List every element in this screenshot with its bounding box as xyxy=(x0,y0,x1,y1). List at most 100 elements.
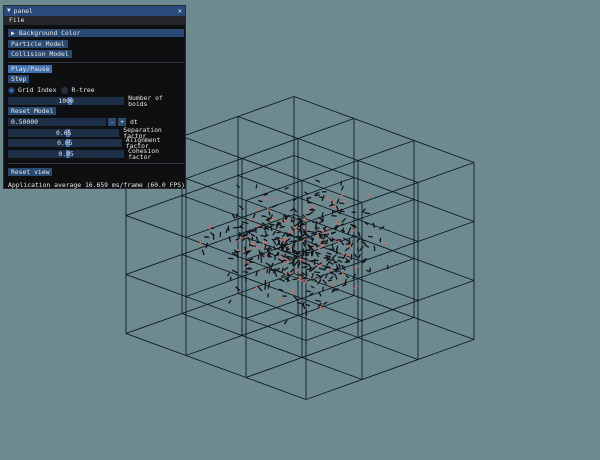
boid xyxy=(305,290,311,293)
boid xyxy=(288,261,293,265)
boid xyxy=(236,253,239,259)
boid xyxy=(297,279,304,282)
boid xyxy=(336,198,340,204)
num-boids-slider[interactable]: 1000 xyxy=(8,97,125,105)
boid xyxy=(333,261,338,264)
boid xyxy=(350,240,353,246)
boid xyxy=(276,300,279,306)
boid xyxy=(250,233,256,237)
boid xyxy=(316,232,320,238)
boid xyxy=(341,265,346,268)
boid xyxy=(247,258,254,262)
boid xyxy=(301,266,308,269)
close-icon[interactable]: ✕ xyxy=(178,7,182,15)
boid xyxy=(367,235,373,238)
cohesion-label: Cohesion factor xyxy=(128,146,159,161)
play-pause-button[interactable]: Play/Pause xyxy=(8,65,53,73)
boid xyxy=(270,214,273,220)
reset-view-button[interactable]: Reset view xyxy=(8,168,53,176)
boid xyxy=(302,241,306,247)
boid xyxy=(252,213,256,219)
boid xyxy=(232,214,236,219)
boid xyxy=(339,202,345,205)
boid xyxy=(291,288,294,295)
grid-line xyxy=(181,313,363,380)
step-button[interactable]: Step xyxy=(8,75,30,83)
collapse-triangle-icon[interactable]: ▼ xyxy=(7,8,11,14)
boid xyxy=(238,205,244,210)
dt-minus-button[interactable]: - xyxy=(108,118,116,126)
boid xyxy=(309,238,314,241)
boid xyxy=(242,271,249,273)
boid xyxy=(281,267,284,273)
boid xyxy=(320,243,325,248)
grid-line xyxy=(125,274,307,341)
dt-plus-button[interactable]: + xyxy=(118,118,126,126)
boid xyxy=(309,208,314,211)
boid xyxy=(201,249,205,256)
boid xyxy=(322,286,325,292)
boid xyxy=(302,304,306,309)
boid xyxy=(347,230,350,236)
boid xyxy=(304,191,309,195)
boid xyxy=(270,226,273,231)
boid xyxy=(357,231,361,238)
boid xyxy=(270,262,274,269)
boid xyxy=(210,232,214,236)
boid xyxy=(322,279,327,285)
alignment-slider[interactable]: 0.05 xyxy=(8,139,122,147)
separation-slider[interactable]: 0.05 xyxy=(8,129,120,137)
reset-model-button[interactable]: Reset Model xyxy=(8,107,57,115)
boid xyxy=(344,247,350,252)
boid xyxy=(326,261,330,266)
cohesion-slider[interactable]: 0.05 xyxy=(8,150,125,158)
boid xyxy=(313,271,321,274)
boid xyxy=(281,217,285,223)
boid xyxy=(249,218,255,221)
boid xyxy=(231,269,238,274)
boid xyxy=(274,271,278,277)
boid xyxy=(341,227,345,234)
rtree-radio[interactable] xyxy=(61,86,69,94)
menu-file[interactable]: File xyxy=(9,17,24,24)
grid-line xyxy=(305,280,475,341)
background-color-header[interactable]: ▶ Background Color xyxy=(8,29,184,37)
boid xyxy=(283,266,289,271)
boid xyxy=(364,212,371,215)
particle-model-button[interactable]: Particle Model xyxy=(8,40,68,48)
panel-titlebar[interactable]: ▼ panel ✕ xyxy=(4,6,185,16)
boid xyxy=(314,191,320,195)
boid xyxy=(209,224,212,230)
boid xyxy=(318,291,322,297)
boid xyxy=(341,217,347,223)
boid xyxy=(239,223,244,228)
boid xyxy=(264,244,267,251)
grid-line xyxy=(245,317,415,378)
boid xyxy=(227,272,230,277)
boid xyxy=(306,233,310,239)
boid xyxy=(269,223,275,226)
boid xyxy=(310,285,315,289)
boid xyxy=(322,215,324,222)
boid xyxy=(225,227,229,234)
boid xyxy=(299,275,301,280)
boid xyxy=(331,254,337,259)
boid xyxy=(353,253,358,258)
boid xyxy=(242,232,245,238)
grid-index-radio[interactable] xyxy=(8,86,15,94)
separator xyxy=(8,163,184,164)
boid xyxy=(382,241,389,246)
boid xyxy=(236,184,241,188)
boid xyxy=(302,249,309,253)
boid xyxy=(369,267,372,273)
boid xyxy=(265,262,271,267)
collision-model-button[interactable]: Collision Model xyxy=(8,50,72,58)
boid xyxy=(343,200,349,205)
background-color-label: Background Color xyxy=(18,28,81,37)
dt-input[interactable]: 0.50000 xyxy=(8,118,106,126)
boid xyxy=(262,242,265,249)
boid xyxy=(279,278,285,282)
boid xyxy=(346,244,353,247)
boid xyxy=(229,276,232,281)
boid xyxy=(324,266,331,269)
